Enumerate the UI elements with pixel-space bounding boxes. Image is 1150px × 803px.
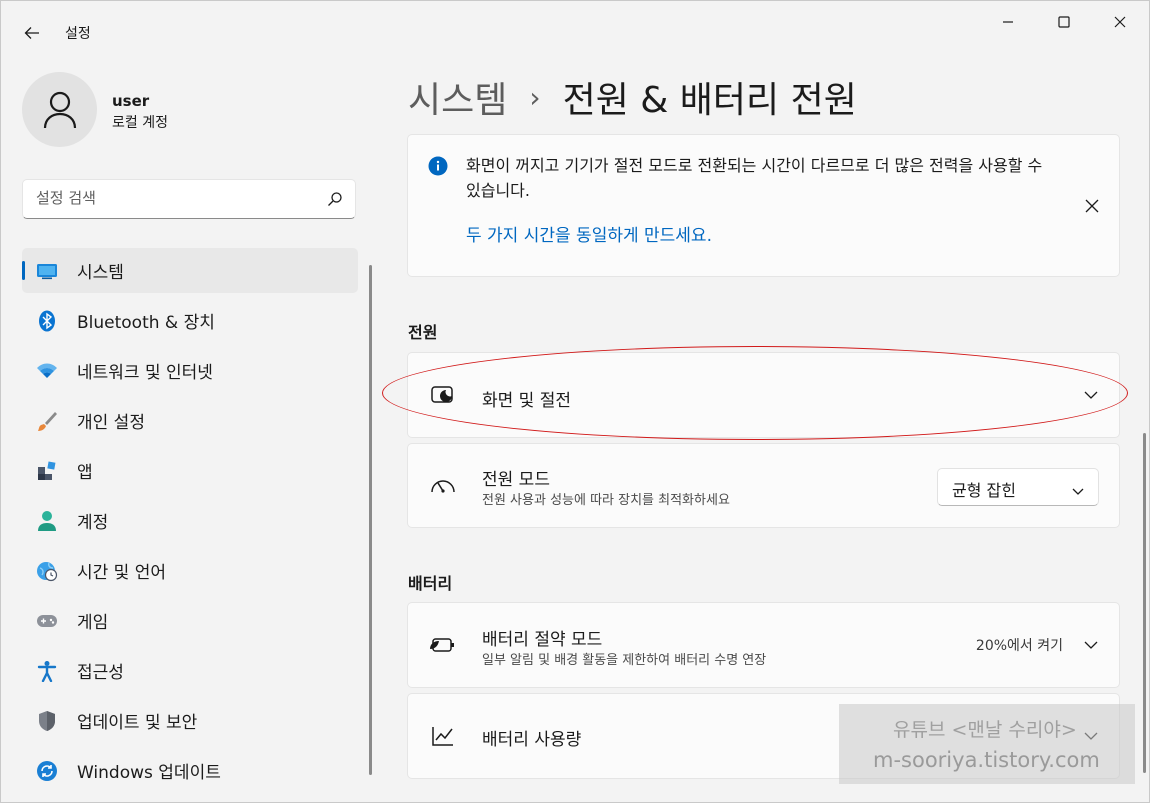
sidebar-item-network[interactable]: 네트워크 및 인터넷 [22,348,358,393]
gauge-icon [428,471,458,501]
back-arrow-icon [24,27,39,39]
watermark: 유튜브 <맨날 수리야> m-sooriya.tistory.com [839,704,1135,784]
sidebar-item-personalization[interactable]: 개인 설정 [22,398,358,443]
account-icon [36,510,58,532]
sidebar-scrollbar[interactable] [369,265,372,775]
title-bar: 설정 [1,1,1149,45]
sidebar-item-label: 게임 [77,613,109,633]
screen-sleep-icon [428,380,458,410]
watermark-line1: 유튜브 <맨날 수리야> [893,719,1077,741]
screen-sleep-title: 화면 및 절전 [482,391,572,411]
search-icon[interactable] [327,191,343,211]
breadcrumb: 시스템 › 전원 & 배터리 전원 [408,71,857,123]
battery-saver-value: 20%에서 켜기 [975,638,1063,654]
power-mode-selected: 균형 잡힌 [952,481,1016,500]
close-window-button[interactable] [1097,7,1143,37]
sidebar-item-label: 계정 [77,513,109,533]
sidebar-item-accounts[interactable]: 계정 [22,498,358,543]
sidebar-item-update-security[interactable]: 업데이트 및 보안 [22,698,358,743]
maximize-button[interactable] [1041,7,1087,37]
battery-saver-title: 배터리 절약 모드 [482,630,603,650]
minimize-button[interactable] [985,7,1031,37]
sidebar-item-accessibility[interactable]: 접근성 [22,648,358,693]
sidebar-item-system[interactable]: 시스템 [22,248,358,293]
update-icon [36,760,58,782]
gamepad-icon [36,610,58,632]
battery-saver-icon [428,630,458,660]
power-mode-row: 전원 모드 전원 사용과 성능에 따라 장치를 최적화하세요 균형 잡힌 [407,443,1120,528]
sidebar-item-time-language[interactable]: 시간 및 언어 [22,548,358,593]
sidebar-item-bluetooth[interactable]: Bluetooth & 장치 [22,298,358,343]
brush-icon [36,410,58,432]
system-icon [36,260,58,282]
close-icon [1085,199,1099,213]
sidebar-item-label: 업데이트 및 보안 [77,713,198,733]
sidebar-item-label: 개인 설정 [77,413,145,433]
sidebar-item-label: 시스템 [77,263,124,283]
sidebar-item-label: Bluetooth & 장치 [77,313,215,333]
person-icon [43,91,76,128]
apps-icon [36,460,58,482]
sidebar-item-windows-update[interactable]: Windows 업데이트 [22,748,358,793]
info-banner: 화면이 꺼지고 기기가 절전 모드로 전환되는 시간이 다르므로 더 많은 전력… [407,134,1120,277]
dismiss-banner-button[interactable] [1079,193,1105,219]
wifi-icon [36,360,58,382]
main-scrollbar[interactable] [1143,433,1146,773]
breadcrumb-parent[interactable]: 시스템 [408,71,507,123]
minimize-icon [1003,21,1013,23]
info-icon [428,156,448,180]
bluetooth-icon [36,310,58,332]
app-title: 설정 [65,26,91,42]
power-mode-select[interactable]: 균형 잡힌 [937,468,1099,506]
power-mode-subtitle: 전원 사용과 성능에 따라 장치를 최적화하세요 [482,493,730,508]
chevron-down-icon[interactable] [1083,387,1099,403]
sidebar-item-apps[interactable]: 앱 [22,448,358,493]
sidebar-item-label: 앱 [77,463,93,483]
sidebar-item-label: 접근성 [77,663,124,683]
search-input[interactable] [36,180,316,216]
watermark-line2: m-sooriya.tistory.com [873,748,1100,772]
battery-usage-title: 배터리 사용량 [482,730,582,750]
user-name: user [112,92,150,110]
page-title: 전원 & 배터리 전원 [562,80,857,121]
globe-clock-icon [36,560,58,582]
avatar[interactable] [22,72,97,147]
battery-section-title: 배터리 [408,574,453,593]
battery-saver-subtitle: 일부 알림 및 배경 활동을 제한하여 배터리 수명 연장 [482,653,767,668]
close-icon [1114,16,1126,28]
sidebar-item-gaming[interactable]: 게임 [22,598,358,643]
line-chart-icon [428,721,458,751]
sidebar-item-label: 네트워크 및 인터넷 [77,363,213,383]
settings-window: 설정 user 로컬 계정 시스템 [0,0,1150,803]
back-button[interactable] [15,19,49,47]
account-type: 로컬 계정 [112,115,168,131]
maximize-icon [1058,16,1070,28]
power-section-title: 전원 [408,323,438,342]
breadcrumb-separator: › [529,80,541,114]
chevron-down-icon [1072,481,1084,500]
search-box [22,179,356,219]
info-banner-text: 화면이 꺼지고 기기가 절전 모드로 전환되는 시간이 다르므로 더 많은 전력… [466,156,1043,200]
accessibility-icon [36,660,58,682]
battery-saver-row[interactable]: 배터리 절약 모드 일부 알림 및 배경 활동을 제한하여 배터리 수명 연장 … [407,602,1120,688]
sidebar-item-label: 시간 및 언어 [77,563,167,583]
shield-icon [36,710,58,732]
sidebar-nav: 시스템 Bluetooth & 장치 네트워크 및 인터넷 개인 설정 앱 계정… [22,248,358,798]
info-banner-link[interactable]: 두 가지 시간을 동일하게 만드세요. [466,221,712,246]
sidebar-item-label: Windows 업데이트 [77,763,221,783]
screen-sleep-row[interactable]: 화면 및 절전 [407,352,1120,438]
chevron-down-icon[interactable] [1083,637,1099,653]
power-mode-title: 전원 모드 [482,470,550,490]
